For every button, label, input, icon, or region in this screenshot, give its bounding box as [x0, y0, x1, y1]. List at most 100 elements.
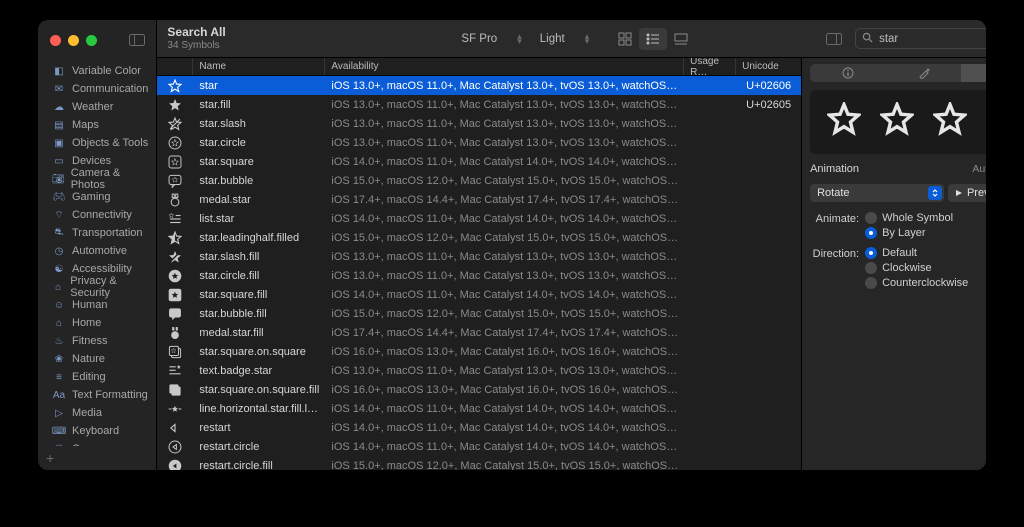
search-input[interactable]	[877, 32, 986, 46]
font-select-value: SF Pro	[461, 33, 497, 45]
font-select[interactable]: SF Pro ▴▾	[457, 33, 525, 45]
sidebar-item-keyboard[interactable]: ⌨Keyboard	[38, 422, 156, 440]
preview-animation-button[interactable]: Preview	[948, 184, 986, 202]
sidebar-item-label: Editing	[72, 371, 106, 383]
animation-section-header: Animation Automatic	[810, 162, 986, 176]
column-header-usage[interactable]: Usage R…	[684, 58, 736, 75]
animation-type-select[interactable]: Rotate	[810, 184, 944, 202]
sidebar-item-maps[interactable]: ▤Maps	[38, 116, 156, 134]
sidebar-item-privacy-security[interactable]: ⌂Privacy & Security	[38, 278, 156, 296]
column-header-availability[interactable]: Availability	[325, 58, 684, 75]
sidebar-item-text-formatting[interactable]: AaText Formatting	[38, 386, 156, 404]
automatic-label: Automatic	[972, 163, 986, 175]
close-window-button[interactable]	[50, 35, 61, 46]
table-row[interactable]: restart.circleiOS 14.0+, macOS 11.0+, Ma…	[157, 437, 801, 456]
sidebar-item-communication[interactable]: ✉Communication	[38, 80, 156, 98]
search-field[interactable]: ✕	[855, 28, 986, 49]
sidebar-item-transportation[interactable]: ⛐Transportation	[38, 224, 156, 242]
gallery-view-button[interactable]	[667, 28, 695, 50]
animation-controls-row: Rotate Preview	[810, 184, 986, 202]
table-row[interactable]: text.badge.stariOS 13.0+, macOS 11.0+, M…	[157, 361, 801, 380]
table-row[interactable]: star.slashiOS 13.0+, macOS 11.0+, Mac Ca…	[157, 114, 801, 133]
direction-radio-clockwise[interactable]: Clockwise	[865, 262, 968, 274]
column-header-unicode[interactable]: Unicode	[736, 58, 801, 75]
row-name: line.horizontal.star.fill.line.ho…	[193, 403, 325, 415]
folder-icon: ▣	[52, 136, 66, 150]
row-availability: iOS 13.0+, macOS 11.0+, Mac Catalyst 13.…	[325, 80, 684, 92]
sidebar-add-button[interactable]: +	[38, 446, 156, 470]
table-row[interactable]: star.filliOS 13.0+, macOS 11.0+, Mac Cat…	[157, 95, 801, 114]
table-row[interactable]: stariOS 13.0+, macOS 11.0+, Mac Catalyst…	[157, 76, 801, 95]
row-symbol-icon	[157, 230, 193, 245]
table-row[interactable]: restartiOS 14.0+, macOS 11.0+, Mac Catal…	[157, 418, 801, 437]
row-availability: iOS 13.0+, macOS 11.0+, Mac Catalyst 13.…	[325, 137, 684, 149]
table-row[interactable]: line.horizontal.star.fill.line.ho…iOS 14…	[157, 399, 801, 418]
list-view-button[interactable]	[639, 28, 667, 50]
animate-radio-by-layer[interactable]: By Layer	[865, 227, 953, 239]
car-icon: ⛐	[52, 226, 66, 240]
app-window: ◧Variable Color✉Communication☁Weather▤Ma…	[38, 20, 986, 470]
table-row[interactable]: star.square.filliOS 14.0+, macOS 11.0+, …	[157, 285, 801, 304]
sidebar-item-media[interactable]: ▷Media	[38, 404, 156, 422]
sidebar-item-variable-color[interactable]: ◧Variable Color	[38, 62, 156, 80]
sidebar-item-label: Fitness	[72, 335, 107, 347]
table-row[interactable]: star.circle.filliOS 13.0+, macOS 11.0+, …	[157, 266, 801, 285]
sidebar-item-automotive[interactable]: ◷Automotive	[38, 242, 156, 260]
table-row[interactable]: star.squareiOS 14.0+, macOS 11.0+, Mac C…	[157, 152, 801, 171]
animate-option-row: Animate: Whole SymbolBy Layer	[810, 212, 986, 239]
grid-view-button[interactable]	[611, 28, 639, 50]
table-row[interactable]: medal.star.filliOS 17.4+, macOS 14.4+, M…	[157, 323, 801, 342]
chevron-updown-icon: ▴▾	[585, 34, 590, 44]
inspector-tab-color[interactable]	[886, 64, 962, 82]
zoom-window-button[interactable]	[86, 35, 97, 46]
animate-radio-whole-symbol[interactable]: Whole Symbol	[865, 212, 953, 224]
column-header-name[interactable]: Name	[193, 58, 325, 75]
slider-icon: ≡	[52, 370, 66, 384]
minimize-window-button[interactable]	[68, 35, 79, 46]
table-row[interactable]: restart.circle.filliOS 15.0+, macOS 12.0…	[157, 456, 801, 470]
row-symbol-icon	[157, 382, 193, 397]
page-title: Search All	[167, 26, 225, 40]
row-availability: iOS 13.0+, macOS 11.0+, Mac Catalyst 13.…	[325, 99, 684, 111]
table-row[interactable]: list.stariOS 14.0+, macOS 11.0+, Mac Cat…	[157, 209, 801, 228]
sidebar-item-connectivity[interactable]: ⌔Connectivity	[38, 206, 156, 224]
chevron-updown-icon	[928, 186, 942, 200]
map-icon: ▤	[52, 118, 66, 132]
inspector-tab-animation[interactable]	[961, 64, 986, 82]
table-row[interactable]: star.square.on.squareiOS 16.0+, macOS 13…	[157, 342, 801, 361]
radio-icon	[865, 247, 877, 259]
table-row[interactable]: star.bubbleiOS 15.0+, macOS 12.0+, Mac C…	[157, 171, 801, 190]
radio-label: Default	[882, 247, 917, 259]
table-row[interactable]: star.circleiOS 13.0+, macOS 11.0+, Mac C…	[157, 133, 801, 152]
table-row[interactable]: medal.stariOS 17.4+, macOS 14.4+, Mac Ca…	[157, 190, 801, 209]
sidebar-item-fitness[interactable]: ♨Fitness	[38, 332, 156, 350]
sidebar-item-editing[interactable]: ≡ Editing	[38, 368, 156, 386]
inspector-tab-info[interactable]	[810, 64, 886, 82]
sidebar-item-camera-photos[interactable]: 📷︎Camera & Photos	[38, 170, 156, 188]
row-symbol-icon	[157, 135, 193, 150]
leaf-icon: ❀	[52, 352, 66, 366]
table-row[interactable]: star.bubble.filliOS 15.0+, macOS 12.0+, …	[157, 304, 801, 323]
table-row[interactable]: star.leadinghalf.fillediOS 15.0+, macOS …	[157, 228, 801, 247]
direction-radio-default[interactable]: Default	[865, 247, 968, 259]
direction-radio-counterclockwise[interactable]: Counterclockwise	[865, 277, 968, 289]
result-count: 34 Symbols	[167, 40, 225, 52]
row-availability: iOS 14.0+, macOS 11.0+, Mac Catalyst 14.…	[325, 213, 684, 225]
table-row[interactable]: star.square.on.square.filliOS 16.0+, mac…	[157, 380, 801, 399]
toggle-inspector-button[interactable]	[821, 29, 847, 49]
sidebar-item-home[interactable]: ⌂Home	[38, 314, 156, 332]
row-name: star.square.on.square.fill	[193, 384, 325, 396]
row-unicode: U+02605	[736, 99, 801, 111]
keyboard-icon: ⌨	[52, 424, 66, 438]
table-row[interactable]: star.slash.filliOS 13.0+, macOS 11.0+, M…	[157, 247, 801, 266]
appearance-select[interactable]: Light ▴▾	[536, 33, 593, 45]
sidebar-item-nature[interactable]: ❀Nature	[38, 350, 156, 368]
row-symbol-icon	[157, 97, 193, 112]
row-symbol-icon	[157, 268, 193, 283]
sidebar-item-objects-tools[interactable]: ▣Objects & Tools	[38, 134, 156, 152]
toggle-sidebar-button[interactable]	[124, 30, 150, 50]
column-header-icon[interactable]	[157, 58, 193, 75]
sidebar-item-weather[interactable]: ☁Weather	[38, 98, 156, 116]
table-body: stariOS 13.0+, macOS 11.0+, Mac Catalyst…	[157, 76, 801, 470]
row-name: text.badge.star	[193, 365, 325, 377]
